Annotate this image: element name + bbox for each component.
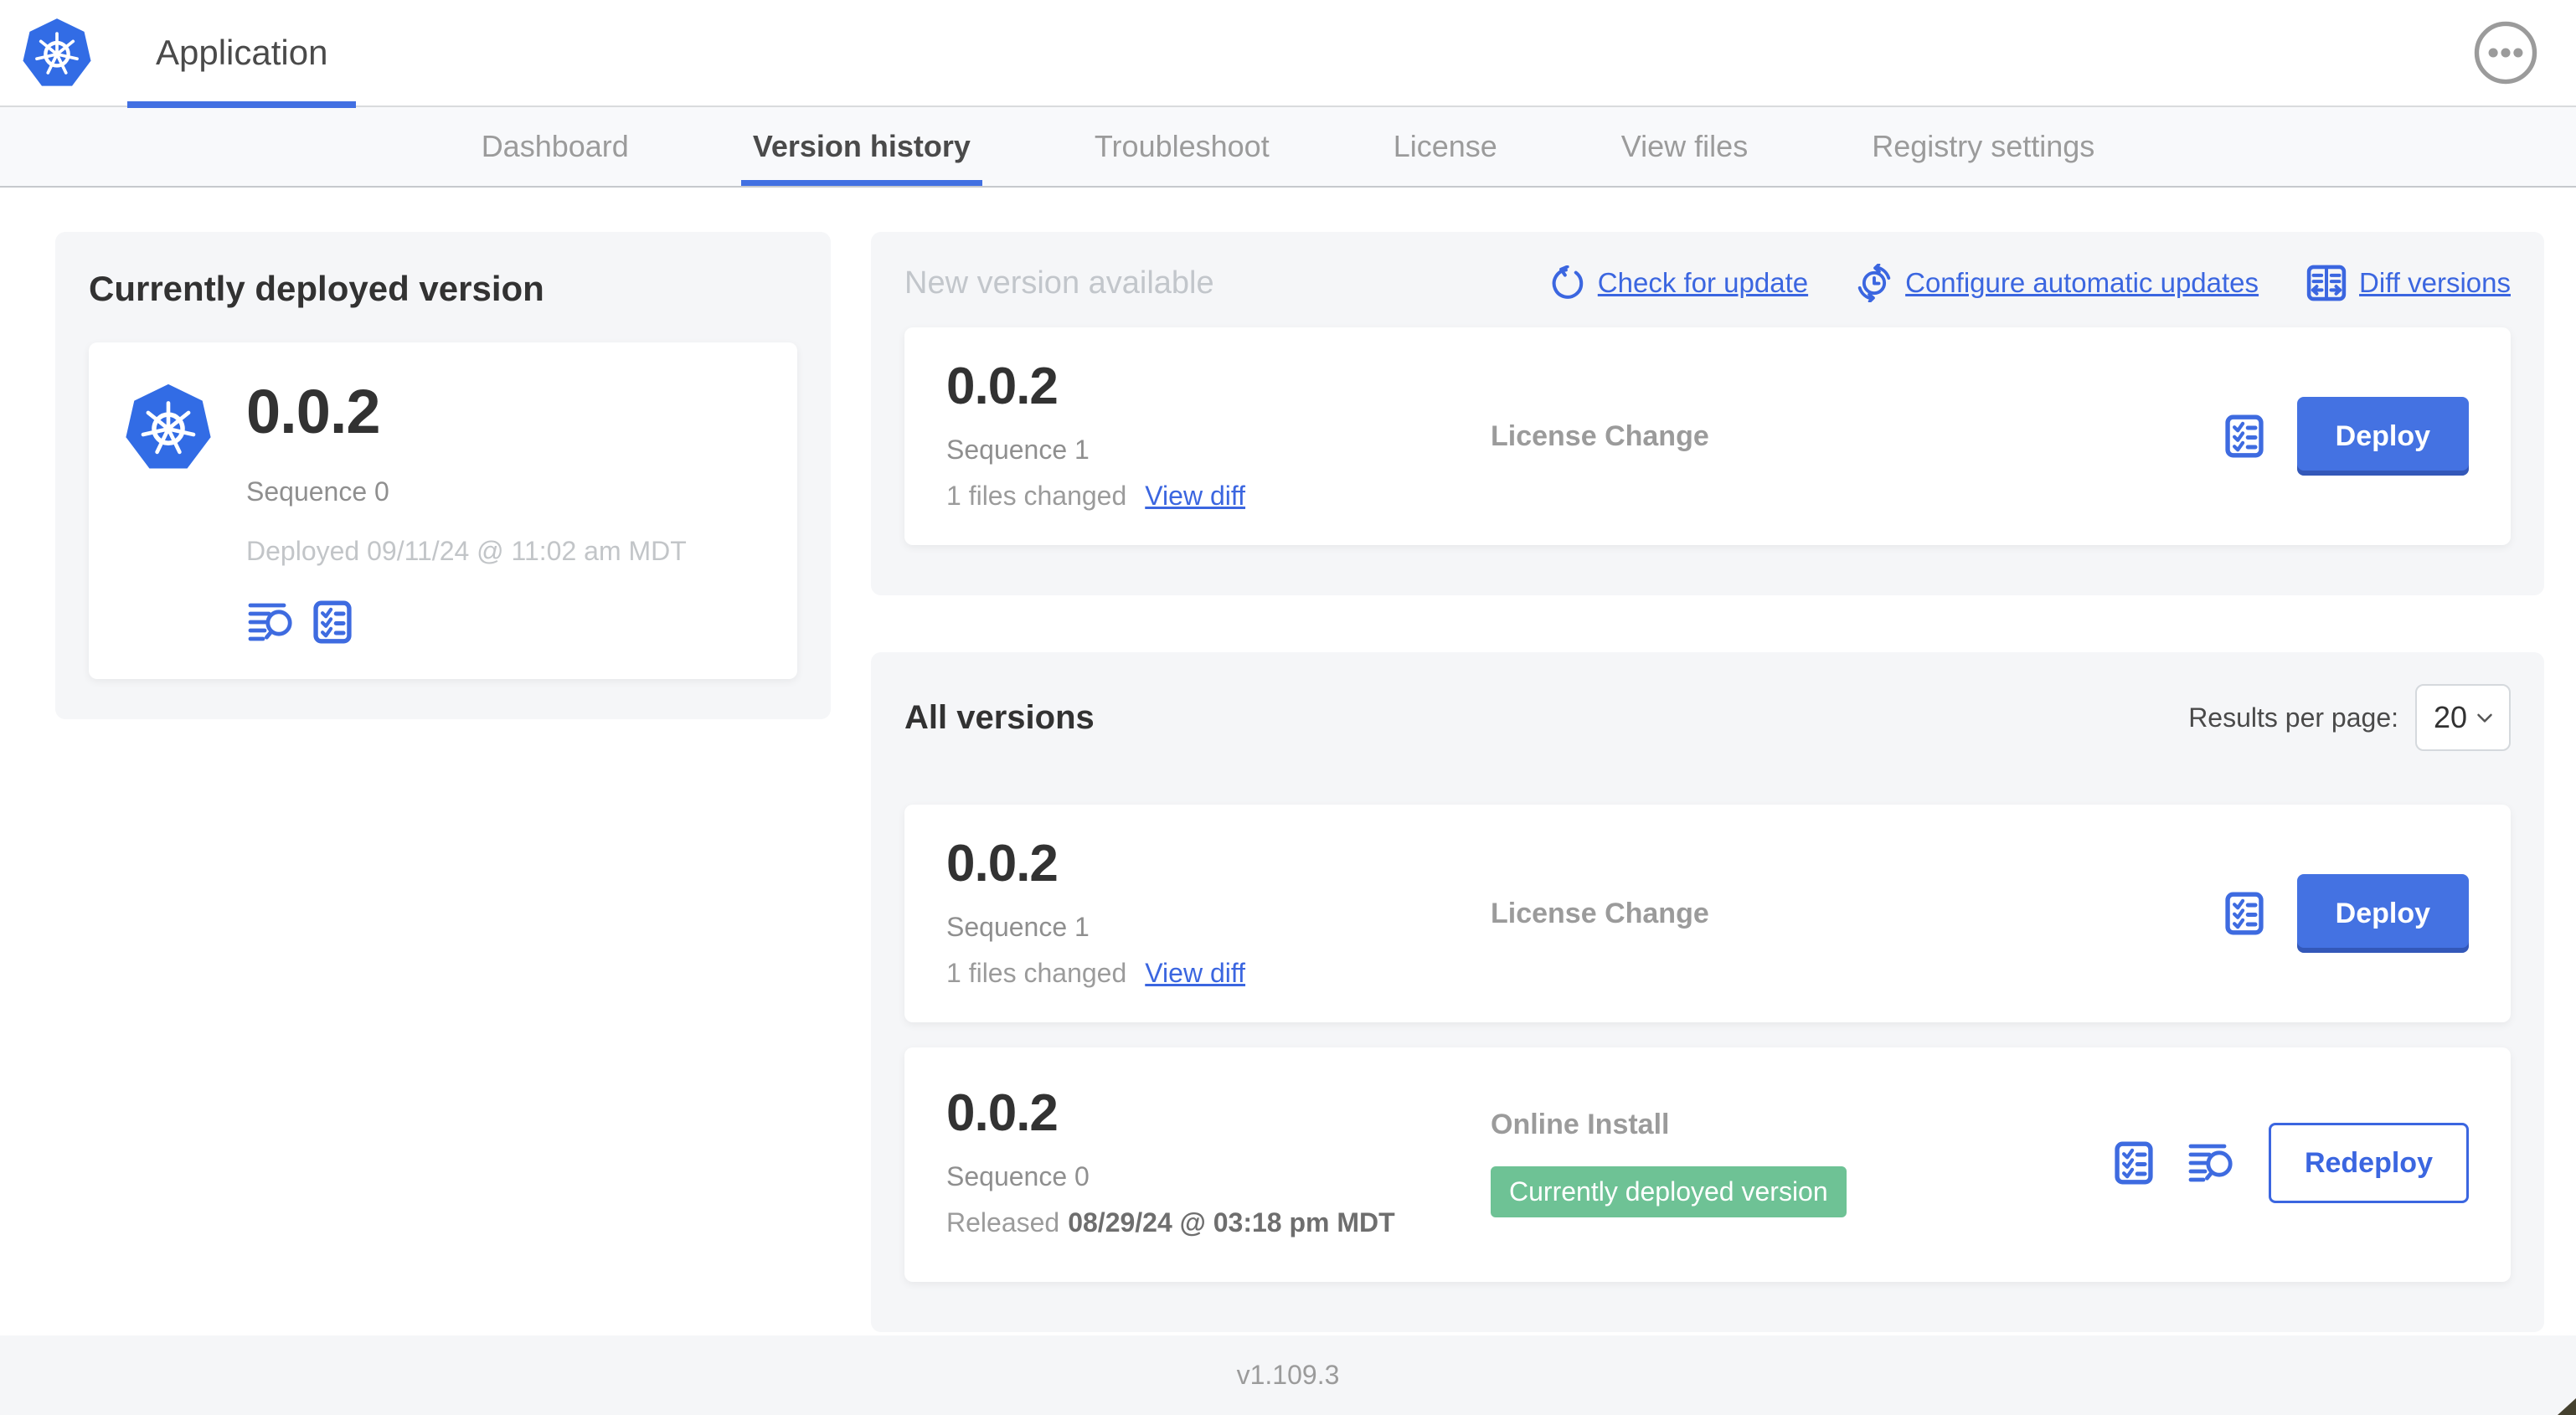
deploy-logs-icon xyxy=(246,601,295,643)
deployed-sequence: Sequence 0 xyxy=(246,476,389,507)
deploy-button[interactable]: Deploy xyxy=(2296,874,2469,953)
preflight-checks-button[interactable] xyxy=(2225,414,2264,458)
version-sequence: Sequence 1 xyxy=(946,435,1090,465)
deployed-version-number: 0.0.2 xyxy=(246,377,381,446)
versions-column: New version available Check for update C… xyxy=(871,232,2544,1332)
version-source-label: License Change xyxy=(1491,419,1709,452)
files-changed-label: 1 files changed xyxy=(946,958,1127,988)
currently-deployed-card: 0.0.2 Sequence 0 Deployed 09/11/24 @ 11:… xyxy=(89,342,797,679)
refresh-icon xyxy=(1551,265,1586,301)
ellipsis-icon xyxy=(2474,21,2537,85)
preflight-checklist-icon xyxy=(2225,892,2264,935)
version-row: 0.0.2 Sequence 0 Released 08/29/24 @ 03:1… xyxy=(904,1047,2511,1282)
tab-license[interactable]: License xyxy=(1382,107,1509,186)
preflight-checks-button[interactable] xyxy=(2115,1141,2153,1185)
app-title: Application xyxy=(156,33,328,72)
currently-deployed-title: Currently deployed version xyxy=(89,269,544,308)
tab-version-history[interactable]: Version history xyxy=(740,107,982,186)
results-per-page-value: 20 xyxy=(2434,700,2468,734)
new-version-title: New version available xyxy=(904,265,1214,301)
preflight-checklist-icon xyxy=(2225,414,2264,458)
released-date: 08/29/24 @ 03:18 pm MDT xyxy=(1068,1207,1395,1237)
deploy-logs-icon xyxy=(2187,1142,2235,1184)
check-for-update-label: Check for update xyxy=(1597,267,1809,298)
app-tab-active-indicator xyxy=(127,101,357,108)
all-versions-section: All versions Results per page: 20 0.0.2 … xyxy=(871,652,2544,1332)
cursor-artifact xyxy=(2558,1398,2576,1415)
top-header: Application xyxy=(0,0,2576,108)
files-changed-label: 1 files changed xyxy=(946,481,1127,511)
kubernetes-logo-icon xyxy=(20,16,94,90)
deployed-timestamp: Deployed 09/11/24 @ 11:02 am MDT xyxy=(246,536,687,566)
new-version-section: New version available Check for update C… xyxy=(871,232,2544,595)
new-version-card: 0.0.2 Sequence 1 1 files changed View di… xyxy=(904,327,2511,545)
currently-deployed-badge: Currently deployed version xyxy=(1491,1166,1847,1217)
version-sequence: Sequence 1 xyxy=(946,912,1090,942)
app-footer: v1.109.3 xyxy=(0,1335,2576,1415)
view-logs-button[interactable] xyxy=(246,601,295,643)
kubernetes-app-icon xyxy=(122,381,214,473)
overflow-menu-button[interactable] xyxy=(2474,21,2537,85)
released-label: Released xyxy=(946,1207,1060,1237)
diff-versions-label: Diff versions xyxy=(2359,267,2511,298)
all-versions-title: All versions xyxy=(904,698,1095,736)
version-source-label: License Change xyxy=(1491,897,1709,929)
diff-icon xyxy=(2306,265,2347,301)
version-number: 0.0.2 xyxy=(946,835,1059,893)
version-number: 0.0.2 xyxy=(946,1084,1059,1142)
version-row: 0.0.2 Sequence 1 1 files changed View di… xyxy=(904,805,2511,1022)
auto-update-clock-icon xyxy=(1857,264,1891,302)
chevron-down-icon xyxy=(2477,713,2492,723)
preflight-checklist-icon xyxy=(2115,1141,2153,1185)
results-per-page-label: Results per page: xyxy=(2188,702,2398,733)
preflight-checks-button[interactable] xyxy=(313,600,352,644)
app-subnav: Dashboard Version history Troubleshoot L… xyxy=(0,107,2576,188)
console-version: v1.109.3 xyxy=(1236,1360,1340,1390)
released-timestamp: Released 08/29/24 @ 03:18 pm MDT xyxy=(946,1207,1491,1238)
section-spacer xyxy=(871,595,2544,652)
view-diff-link[interactable]: View diff xyxy=(1145,481,1245,512)
preflight-checklist-icon xyxy=(313,600,352,644)
tab-registry-settings[interactable]: Registry settings xyxy=(1860,107,2106,186)
view-logs-button[interactable] xyxy=(2187,1142,2235,1184)
preflight-checks-button[interactable] xyxy=(2225,892,2264,935)
version-number: 0.0.2 xyxy=(946,358,1059,415)
check-for-update-link[interactable]: Check for update xyxy=(1551,265,1808,301)
app-tab[interactable]: Application xyxy=(127,0,357,108)
main-content: Currently deployed version 0.0.2 Sequenc… xyxy=(0,188,2576,1335)
tab-view-files[interactable]: View files xyxy=(1610,107,1759,186)
tab-troubleshoot[interactable]: Troubleshoot xyxy=(1083,107,1281,186)
version-source-label: Online Install xyxy=(1491,1109,1670,1140)
tab-dashboard[interactable]: Dashboard xyxy=(470,107,641,186)
view-diff-link[interactable]: View diff xyxy=(1145,958,1245,989)
redeploy-button[interactable]: Redeploy xyxy=(2268,1123,2469,1203)
currently-deployed-panel: Currently deployed version 0.0.2 Sequenc… xyxy=(55,232,831,719)
diff-versions-link[interactable]: Diff versions xyxy=(2306,265,2511,301)
configure-automatic-updates-label: Configure automatic updates xyxy=(1905,267,2259,298)
deploy-button[interactable]: Deploy xyxy=(2296,397,2469,476)
results-per-page-select[interactable]: 20 xyxy=(2415,684,2511,751)
configure-automatic-updates-link[interactable]: Configure automatic updates xyxy=(1855,264,2259,302)
version-sequence: Sequence 0 xyxy=(946,1161,1090,1191)
